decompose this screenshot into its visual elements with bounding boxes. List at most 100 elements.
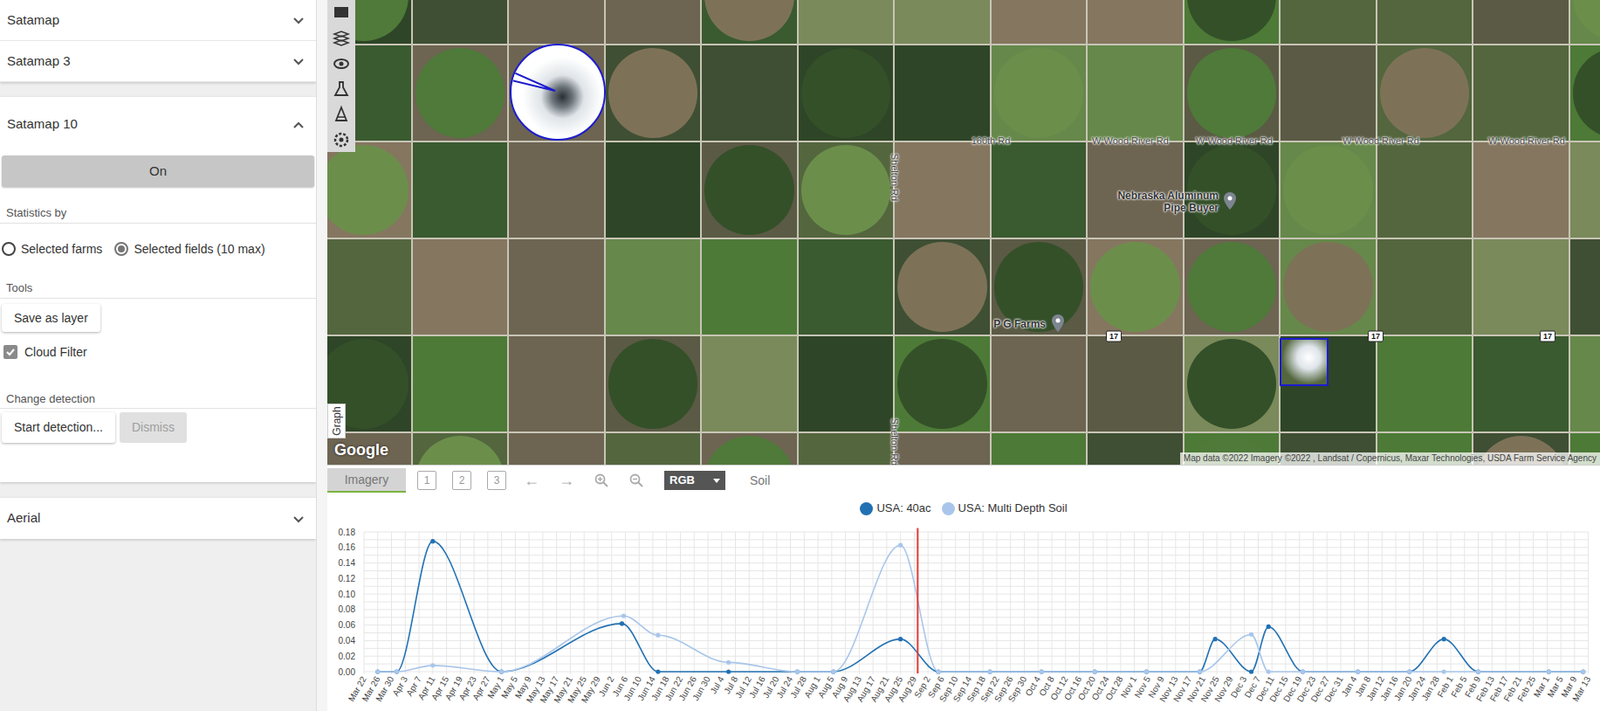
map-tool[interactable] — [327, 50, 356, 76]
data-point[interactable] — [619, 620, 625, 625]
data-point[interactable] — [394, 668, 399, 673]
pin-icon[interactable] — [1051, 314, 1065, 332]
data-point[interactable] — [499, 668, 504, 673]
cloud-filter[interactable]: Cloud Filter — [0, 331, 316, 372]
on-button[interactable]: On — [1, 155, 315, 187]
zoom-out-icon[interactable] — [628, 472, 645, 488]
layer-button[interactable]: 3 — [487, 470, 507, 490]
layer-button[interactable]: 1 — [417, 470, 437, 490]
data-point[interactable] — [1197, 668, 1202, 673]
data-point[interactable] — [1092, 668, 1098, 673]
zoom-button[interactable] — [626, 470, 646, 490]
radio-button[interactable] — [114, 241, 129, 256]
radio-button[interactable] — [1, 241, 16, 256]
graph-tab[interactable]: Graph — [327, 403, 346, 439]
data-point[interactable] — [1476, 668, 1481, 673]
data-point[interactable] — [1249, 668, 1254, 673]
radio-option[interactable]: Selected farms — [1, 240, 103, 259]
data-point[interactable] — [1300, 668, 1305, 673]
data-point[interactable] — [1476, 668, 1481, 673]
map-tool[interactable] — [327, 75, 356, 102]
google-logo[interactable]: Google — [334, 438, 389, 462]
forward-button[interactable]: → — [556, 470, 577, 490]
eye-icon[interactable] — [331, 54, 351, 74]
zoom-in-icon[interactable] — [593, 472, 610, 488]
data-point[interactable] — [394, 668, 399, 673]
soil-button[interactable]: Soil — [749, 471, 770, 490]
accordion-header[interactable]: Satamap 3 — [0, 41, 316, 83]
map-tool[interactable] — [327, 25, 356, 51]
data-point[interactable] — [1266, 668, 1271, 673]
chevron-down-icon[interactable] — [289, 52, 308, 70]
legend-item[interactable]: USA: 40ac — [859, 499, 931, 517]
map-tool[interactable] — [327, 0, 356, 26]
data-point[interactable] — [621, 612, 626, 618]
chevron-up-icon[interactable] — [289, 116, 308, 134]
zoom-button[interactable] — [591, 470, 612, 490]
imagery-tab[interactable]: Imagery — [327, 467, 406, 493]
data-point[interactable] — [935, 668, 941, 673]
data-point[interactable] — [1213, 636, 1218, 641]
data-point[interactable] — [375, 668, 380, 673]
data-point[interactable] — [1300, 668, 1305, 673]
back-button[interactable]: ← — [521, 470, 542, 490]
data-point[interactable] — [987, 668, 992, 673]
accordion-header[interactable]: Satamap — [0, 0, 316, 42]
data-point[interactable] — [898, 542, 903, 548]
band-select[interactable]: RGB — [664, 470, 726, 490]
data-point[interactable] — [795, 668, 800, 673]
selected-field[interactable] — [1279, 337, 1329, 386]
data-point[interactable] — [1546, 668, 1552, 673]
accordion-header[interactable]: Satamap 10 — [0, 96, 316, 152]
radio-option[interactable]: Selected fields (10 max) — [114, 240, 265, 259]
data-point[interactable] — [726, 659, 731, 665]
data-point[interactable] — [1355, 668, 1360, 673]
data-point[interactable] — [1442, 668, 1447, 673]
chevron-down-icon[interactable] — [289, 509, 308, 528]
data-point[interactable] — [1092, 668, 1098, 673]
data-point[interactable] — [830, 668, 836, 673]
data-point[interactable] — [430, 662, 435, 667]
map-tool[interactable] — [327, 101, 356, 127]
accordion-header[interactable]: Aerial — [0, 497, 316, 539]
data-point[interactable] — [1039, 668, 1044, 673]
data-point[interactable] — [655, 668, 660, 673]
pin-icon[interactable] — [1223, 192, 1237, 210]
date-marker[interactable] — [916, 528, 919, 673]
selected-field[interactable] — [509, 43, 606, 141]
data-point[interactable] — [1266, 624, 1271, 629]
checkbox[interactable] — [3, 344, 18, 359]
data-point[interactable] — [987, 668, 992, 673]
save-layer-button[interactable]: Save as layer — [1, 303, 101, 332]
legend-item[interactable]: USA: Multi Depth Soil — [941, 499, 1068, 517]
data-point[interactable] — [430, 538, 435, 543]
map-tool[interactable] — [327, 126, 356, 152]
data-point[interactable] — [499, 668, 504, 673]
data-point[interactable] — [655, 632, 660, 638]
data-point[interactable] — [830, 668, 836, 673]
data-point[interactable] — [375, 668, 380, 673]
data-point[interactable] — [1197, 668, 1202, 673]
data-point[interactable] — [1039, 668, 1044, 673]
data-point[interactable] — [1355, 668, 1360, 673]
map[interactable]: 160th RdW Wood River RdW Wood River RdW … — [327, 0, 1600, 465]
data-point[interactable] — [1144, 668, 1149, 673]
data-point[interactable] — [1580, 668, 1586, 673]
stack-icon[interactable] — [331, 28, 351, 49]
data-point[interactable] — [1580, 668, 1586, 673]
flask-icon[interactable] — [331, 79, 351, 99]
line-chart[interactable]: Mar 22Mar 26Mar 30Apr 3Apr 7Apr 11Apr 15… — [327, 523, 1600, 711]
data-point[interactable] — [1249, 631, 1254, 637]
data-point[interactable] — [1442, 636, 1447, 641]
layers-icon[interactable] — [331, 3, 351, 23]
data-point[interactable] — [1546, 668, 1552, 673]
detection-button[interactable]: Start detection... — [1, 412, 116, 443]
data-point[interactable] — [935, 668, 941, 673]
data-point[interactable] — [1407, 668, 1412, 673]
data-point[interactable] — [726, 668, 731, 673]
data-point[interactable] — [1407, 668, 1412, 673]
layer-button[interactable]: 2 — [452, 470, 472, 490]
data-point[interactable] — [1144, 668, 1149, 673]
scale-icon[interactable] — [331, 104, 351, 124]
data-point[interactable] — [795, 668, 800, 673]
